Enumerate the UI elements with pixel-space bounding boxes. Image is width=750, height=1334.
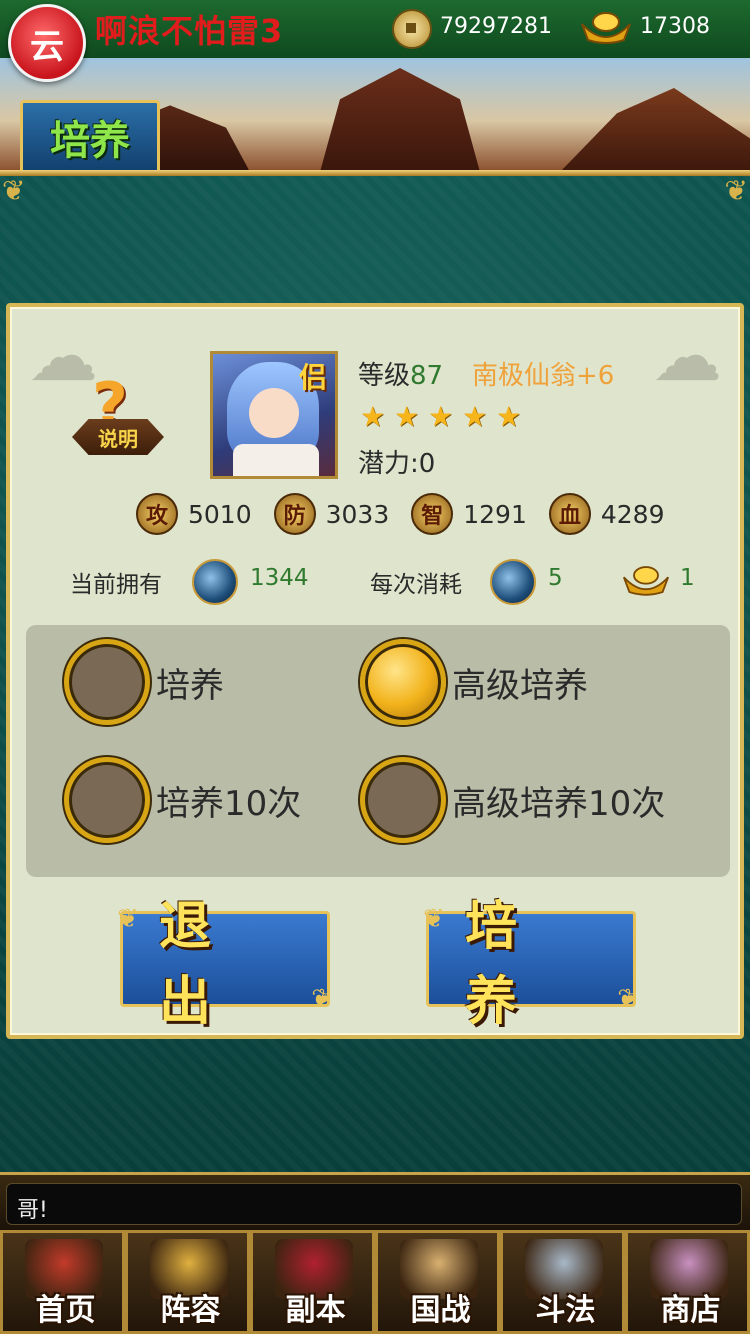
gold-ingot-icon — [622, 566, 670, 596]
star-icon: ★ — [428, 400, 454, 433]
option-label: 高级培养 — [452, 665, 588, 706]
star-icon: ★ — [360, 400, 386, 433]
defense-icon: 防 — [273, 493, 316, 535]
per-cost-value: 5 — [548, 565, 563, 591]
hp-icon: 血 — [548, 493, 591, 535]
divider — [0, 170, 750, 176]
exit-label: 退出 — [159, 897, 248, 1032]
stat-value: 1291 — [463, 499, 527, 529]
star-icon: ★ — [394, 400, 420, 433]
player-name: 啊浪不怕雷3 — [95, 12, 284, 50]
stat-attack: 攻 5010 — [136, 493, 252, 535]
hero-portrait[interactable]: 侣 — [210, 351, 338, 479]
train-panel: ☁ ☁ ? 说明 侣 等级87 南极仙翁+6 ★ ★ ★ ★ ★ 潜力:0 攻 5010… — [6, 303, 744, 1039]
star-icon: ★ — [462, 400, 488, 433]
hero-level: 等级87 — [358, 355, 443, 392]
gold-ingot-icon — [581, 12, 631, 44]
train-label: 培养 — [465, 897, 554, 1032]
nav-dungeon[interactable]: 副本 — [250, 1230, 375, 1334]
nav-lineup[interactable]: 阵容 — [125, 1230, 250, 1334]
level-value: 87 — [410, 361, 444, 391]
coin-icon — [392, 9, 432, 49]
portrait-face — [249, 388, 299, 438]
hero-stars: ★ ★ ★ ★ ★ — [360, 403, 524, 431]
attack-icon: 攻 — [136, 493, 178, 535]
stat-row: 攻 5010 防 3033 智 1291 血 4289 — [136, 493, 687, 535]
radio-button[interactable] — [64, 639, 150, 725]
nav-label: 国战 — [410, 1293, 471, 1328]
option-normal[interactable]: 培养 — [64, 639, 224, 725]
option-advanced-10x[interactable]: 高级培养10次 — [360, 757, 665, 843]
ornament-icon: ❦ — [617, 984, 639, 1014]
option-label: 培养 — [156, 665, 224, 706]
cloud-ornament-icon: ☁ — [652, 315, 722, 397]
stat-intelligence: 智 1291 — [411, 493, 527, 535]
coin-amount: 79297281 — [440, 14, 552, 39]
page-title: 培养 — [20, 100, 160, 174]
option-normal-10x[interactable]: 培养10次 — [64, 757, 301, 843]
intelligence-icon: 智 — [411, 493, 454, 535]
per-cost-label: 每次消耗 — [370, 572, 462, 598]
portrait-body — [233, 444, 319, 476]
cost-row: 当前拥有 1344 每次消耗 5 1 — [70, 559, 710, 605]
train-options: 培养 高级培养 培养10次 高级培养10次 — [26, 625, 730, 877]
radio-button[interactable] — [360, 757, 446, 843]
chat-ticker[interactable]: 哥! — [6, 1183, 742, 1225]
radio-button[interactable] — [360, 639, 446, 725]
ornament-icon: ❦ — [117, 904, 139, 934]
stat-value: 3033 — [325, 499, 390, 529]
stat-defense: 防 3033 — [273, 493, 390, 535]
top-bar: 啊浪不怕雷3 79297281 17308 — [0, 0, 750, 61]
ornament-icon: ❦ — [724, 174, 748, 207]
chat-text: 哥! — [17, 1198, 48, 1223]
portrait-badge: 侣 — [299, 361, 328, 394]
nav-label: 阵容 — [160, 1293, 221, 1328]
option-label: 高级培养10次 — [452, 783, 666, 824]
train-button[interactable]: ❦ 培养 ❦ — [423, 897, 639, 1032]
ornament-icon: ❦ — [2, 174, 26, 207]
nav-label: 首页 — [35, 1293, 96, 1328]
logo-glyph: 云 — [30, 26, 64, 67]
pagoda-center — [320, 68, 480, 172]
globe-item-icon — [192, 559, 238, 605]
stat-value: 4289 — [600, 499, 665, 529]
option-label: 培养10次 — [156, 783, 302, 824]
app-logo-button[interactable]: 云 — [8, 4, 86, 82]
bottom-nav: 首页 阵容 副本 国战 斗法 商店 — [0, 1230, 750, 1334]
pagoda-right — [560, 88, 750, 172]
radio-button[interactable] — [64, 757, 150, 843]
owned-label: 当前拥有 — [70, 572, 162, 598]
nav-label: 副本 — [285, 1293, 346, 1328]
globe-item-icon — [490, 559, 536, 605]
help-label: 说明 — [98, 427, 138, 451]
ornament-icon: ❦ — [311, 984, 333, 1014]
gold-amount: 17308 — [640, 14, 710, 39]
chat-bar: 哥! — [0, 1172, 750, 1233]
hero-potential: 潜力:0 — [358, 449, 436, 479]
owned-value: 1344 — [250, 565, 309, 591]
option-advanced[interactable]: 高级培养 — [360, 639, 588, 725]
nav-nation-war[interactable]: 国战 — [375, 1230, 500, 1334]
stat-hp: 血 4289 — [548, 493, 665, 535]
nav-label: 商店 — [660, 1293, 721, 1328]
stat-value: 5010 — [188, 499, 252, 529]
gold-cost-value: 1 — [680, 565, 695, 591]
level-label: 等级 — [358, 361, 411, 391]
nav-shop[interactable]: 商店 — [625, 1230, 750, 1334]
exit-button[interactable]: ❦ 退出 ❦ — [117, 897, 333, 1032]
nav-duel[interactable]: 斗法 — [500, 1230, 625, 1334]
hero-name: 南极仙翁+6 — [472, 361, 615, 391]
ornament-icon: ❦ — [423, 904, 445, 934]
nav-label: 斗法 — [535, 1293, 596, 1328]
nav-home[interactable]: 首页 — [0, 1230, 125, 1334]
star-icon: ★ — [496, 400, 522, 433]
help-button[interactable]: ? 说明 — [72, 369, 164, 465]
